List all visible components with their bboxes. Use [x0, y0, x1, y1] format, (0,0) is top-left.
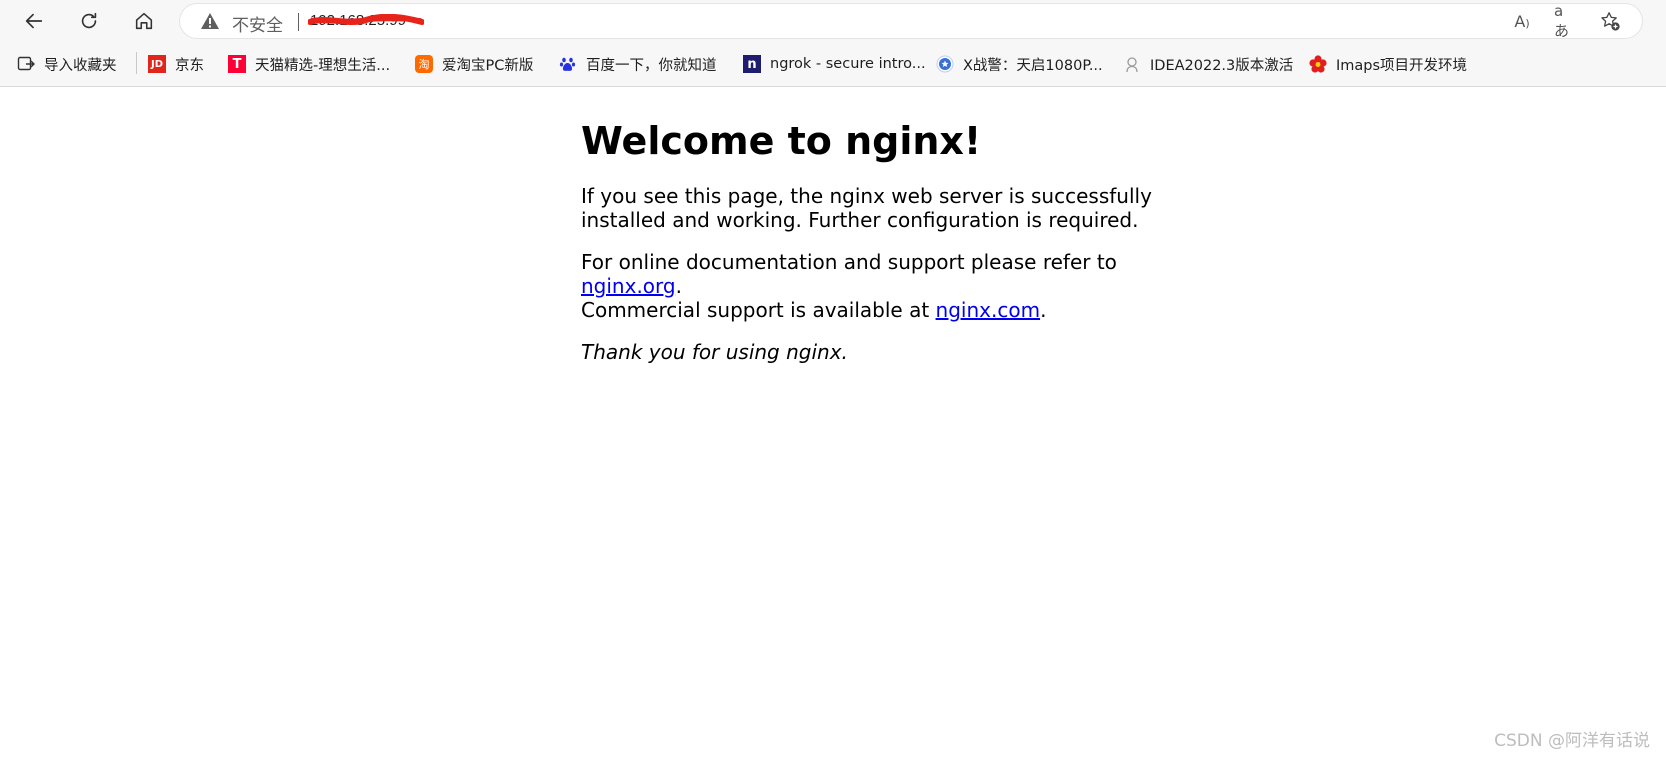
read-aloud-button[interactable]: A)	[1510, 10, 1534, 32]
bookmark-label: Imaps项目开发环境	[1336, 57, 1468, 74]
baidu-paw-icon	[559, 55, 577, 73]
browser-toolbar: 不安全 192.168.25.99 A) aあ	[0, 0, 1666, 42]
bookmark-xmen[interactable]: X战警：天启1080P...	[936, 54, 1103, 74]
nginx-com-link[interactable]: nginx.com	[936, 298, 1041, 322]
install-message: If you see this page, the nginx web serv…	[581, 184, 1152, 232]
read-aloud-icon: A)	[1514, 11, 1530, 31]
docs-period: .	[675, 274, 682, 298]
home-icon	[135, 12, 153, 30]
nginx-org-link[interactable]: nginx.org	[581, 274, 676, 298]
translate-icon: aあ	[1554, 1, 1570, 40]
bookmarks-bar: 导入收藏夹 JD 京东 T 天猫精选-理想生活... 淘 爱淘宝PC新版 百度一…	[0, 42, 1666, 87]
bookmark-label: 导入收藏夹	[44, 57, 117, 74]
support-paragraph: For online documentation and support ple…	[581, 250, 1221, 322]
bookmark-label: 爱淘宝PC新版	[442, 57, 534, 74]
taobao-icon: 淘	[415, 55, 433, 73]
bookmark-jd[interactable]: JD 京东	[148, 54, 204, 74]
idea-site-icon	[1123, 55, 1141, 73]
commercial-text: Commercial support is available at	[581, 298, 936, 322]
commercial-period: .	[1040, 298, 1047, 322]
bookmark-tmall[interactable]: T 天猫精选-理想生活...	[228, 54, 390, 74]
bookmark-taobao[interactable]: 淘 爱淘宝PC新版	[415, 54, 533, 74]
address-divider	[298, 13, 299, 31]
import-favorites-icon	[17, 55, 35, 73]
bookmark-label: 百度一下，你就知道	[586, 57, 717, 74]
ngrok-icon: n	[743, 55, 761, 73]
back-button[interactable]	[18, 5, 50, 37]
bookmark-imaps[interactable]: Imaps项目开发环境	[1309, 54, 1467, 74]
jd-icon: JD	[148, 55, 166, 73]
warning-icon[interactable]	[200, 12, 220, 30]
security-label[interactable]: 不安全	[232, 11, 283, 36]
bookmark-idea[interactable]: IDEA2022.3版本激活	[1123, 54, 1293, 74]
thanks-text: Thank you for using nginx.	[581, 340, 848, 364]
page-title: Welcome to nginx!	[581, 119, 982, 163]
bookmark-label: 京东	[175, 57, 204, 74]
thanks-paragraph: Thank you for using nginx.	[581, 340, 1221, 364]
refresh-icon	[81, 12, 97, 29]
tmall-icon: T	[228, 55, 246, 73]
bookmark-label: X战警：天启1080P...	[963, 57, 1103, 74]
video-site-icon	[936, 55, 954, 73]
csdn-watermark: CSDN @阿洋有话说	[1494, 731, 1650, 751]
docs-text: For online documentation and support ple…	[581, 250, 1117, 274]
bookmarks-divider	[136, 52, 137, 74]
flower-icon	[1309, 55, 1327, 73]
home-button[interactable]	[128, 5, 160, 37]
address-bar[interactable]: 不安全 192.168.25.99 A) aあ	[180, 2, 1642, 40]
arrow-left-icon	[25, 13, 43, 29]
bookmark-ngrok[interactable]: n ngrok - secure intro...	[743, 54, 926, 74]
bookmark-label: IDEA2022.3版本激活	[1150, 57, 1294, 74]
translate-button[interactable]: aあ	[1554, 2, 1578, 40]
refresh-button[interactable]	[73, 5, 105, 37]
nginx-welcome-content: Welcome to nginx! If you see this page, …	[581, 110, 1221, 364]
bookmark-baidu[interactable]: 百度一下，你就知道	[559, 54, 717, 74]
redaction-scribble	[308, 14, 424, 25]
bookmark-label: ngrok - secure intro...	[770, 56, 926, 72]
bookmark-label: 天猫精选-理想生活...	[255, 57, 391, 74]
bookmark-import-favorites[interactable]: 导入收藏夹	[17, 54, 117, 74]
add-favorite-button[interactable]	[1598, 10, 1622, 32]
star-add-icon	[1601, 12, 1620, 31]
